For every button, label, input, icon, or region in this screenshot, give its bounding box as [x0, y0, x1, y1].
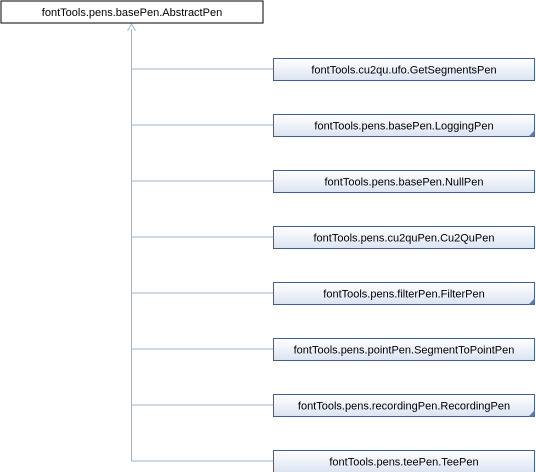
- derived-class-node[interactable]: fontTools.pens.cu2quPen.Cu2QuPen: [273, 226, 535, 249]
- derived-class-label: fontTools.cu2qu.ufo.GetSegmentsPen: [311, 65, 496, 77]
- derived-class-node[interactable]: fontTools.pens.basePen.NullPen: [273, 170, 535, 193]
- derived-class-label: fontTools.pens.basePen.NullPen: [325, 177, 484, 189]
- derived-class-label: fontTools.pens.basePen.LoggingPen: [314, 121, 493, 133]
- inheritance-edges: [127, 22, 274, 462]
- base-class-node[interactable]: fontTools.pens.basePen.AbstractPen: [0, 0, 264, 24]
- derived-class-node[interactable]: fontTools.cu2qu.ufo.GetSegmentsPen: [273, 58, 535, 81]
- derived-class-node[interactable]: fontTools.pens.pointPen.SegmentToPointPe…: [273, 338, 535, 361]
- derived-class-label: fontTools.pens.recordingPen.RecordingPen: [298, 401, 510, 413]
- derived-class-label: fontTools.pens.cu2quPen.Cu2QuPen: [313, 233, 494, 245]
- derived-class-label: fontTools.pens.filterPen.FilterPen: [323, 289, 484, 301]
- derived-class-node[interactable]: fontTools.pens.recordingPen.RecordingPen: [273, 394, 535, 417]
- derived-class-node[interactable]: fontTools.pens.filterPen.FilterPen: [273, 282, 535, 305]
- derived-class-node[interactable]: fontTools.pens.teePen.TeePen: [273, 450, 535, 472]
- derived-class-nodes: fontTools.cu2qu.ufo.GetSegmentsPen fontTo…: [273, 58, 535, 472]
- base-class-label: fontTools.pens.basePen.AbstractPen: [42, 7, 222, 19]
- derived-class-label: fontTools.pens.teePen.TeePen: [329, 457, 478, 469]
- derived-class-label: fontTools.pens.pointPen.SegmentToPointPe…: [294, 345, 515, 357]
- inheritance-diagram: fontTools.pens.basePen.AbstractPen fontT…: [0, 0, 535, 472]
- derived-class-node[interactable]: fontTools.pens.basePen.LoggingPen: [273, 114, 535, 137]
